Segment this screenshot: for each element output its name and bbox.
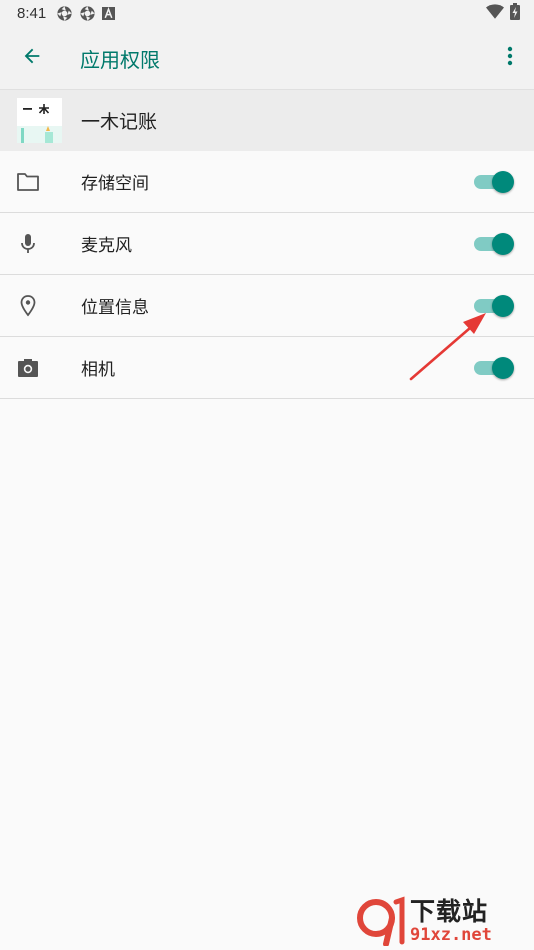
wifi-icon	[486, 3, 504, 24]
permission-row-storage[interactable]: 存储空间	[0, 151, 534, 213]
status-bar: 8:41	[0, 0, 534, 27]
watermark-text: 下载站 91xz.net	[410, 897, 492, 945]
location-pin-icon	[14, 292, 42, 320]
more-options-button[interactable]	[486, 27, 534, 89]
microphone-icon	[14, 230, 42, 258]
switch-thumb	[492, 170, 514, 193]
watermark-cn: 下载站	[410, 897, 489, 926]
font-a-icon	[102, 7, 116, 20]
aperture-icon	[56, 5, 73, 22]
switch-thumb	[492, 232, 514, 255]
status-time: 8:41	[17, 5, 47, 22]
permission-row-camera[interactable]: 相机	[0, 337, 534, 399]
back-button[interactable]	[0, 27, 64, 89]
permission-row-microphone[interactable]: 麦克风	[0, 213, 534, 275]
watermark: 下载站 91xz.net	[356, 896, 528, 947]
permission-row-location[interactable]: 位置信息	[0, 275, 534, 337]
camera-permission-switch[interactable]	[472, 356, 514, 380]
camera-icon	[14, 354, 42, 382]
switch-thumb	[492, 356, 514, 379]
permission-label: 存储空间	[81, 174, 149, 194]
battery-charging-icon	[510, 3, 520, 24]
app-icon	[17, 98, 62, 143]
aperture-icon	[79, 5, 96, 22]
permission-label: 麦克风	[81, 236, 132, 256]
switch-thumb	[492, 294, 514, 317]
more-vert-icon	[507, 46, 513, 70]
arrow-back-icon	[21, 45, 43, 71]
app-name: 一木记账	[81, 111, 158, 133]
app-bar: 应用权限	[0, 27, 534, 89]
page-title: 应用权限	[80, 47, 160, 72]
location-permission-switch[interactable]	[472, 294, 514, 318]
storage-permission-switch[interactable]	[472, 170, 514, 194]
permission-list: 存储空间 麦克风 位置信息 相机	[0, 151, 534, 399]
permission-label: 相机	[81, 360, 115, 380]
watermark-en: 91xz.net	[410, 925, 492, 945]
status-right	[486, 3, 520, 24]
watermark-logo	[356, 896, 408, 947]
permission-label: 位置信息	[81, 298, 149, 318]
app-header: 一木记账	[0, 89, 534, 151]
folder-icon	[14, 168, 42, 196]
microphone-permission-switch[interactable]	[472, 232, 514, 256]
